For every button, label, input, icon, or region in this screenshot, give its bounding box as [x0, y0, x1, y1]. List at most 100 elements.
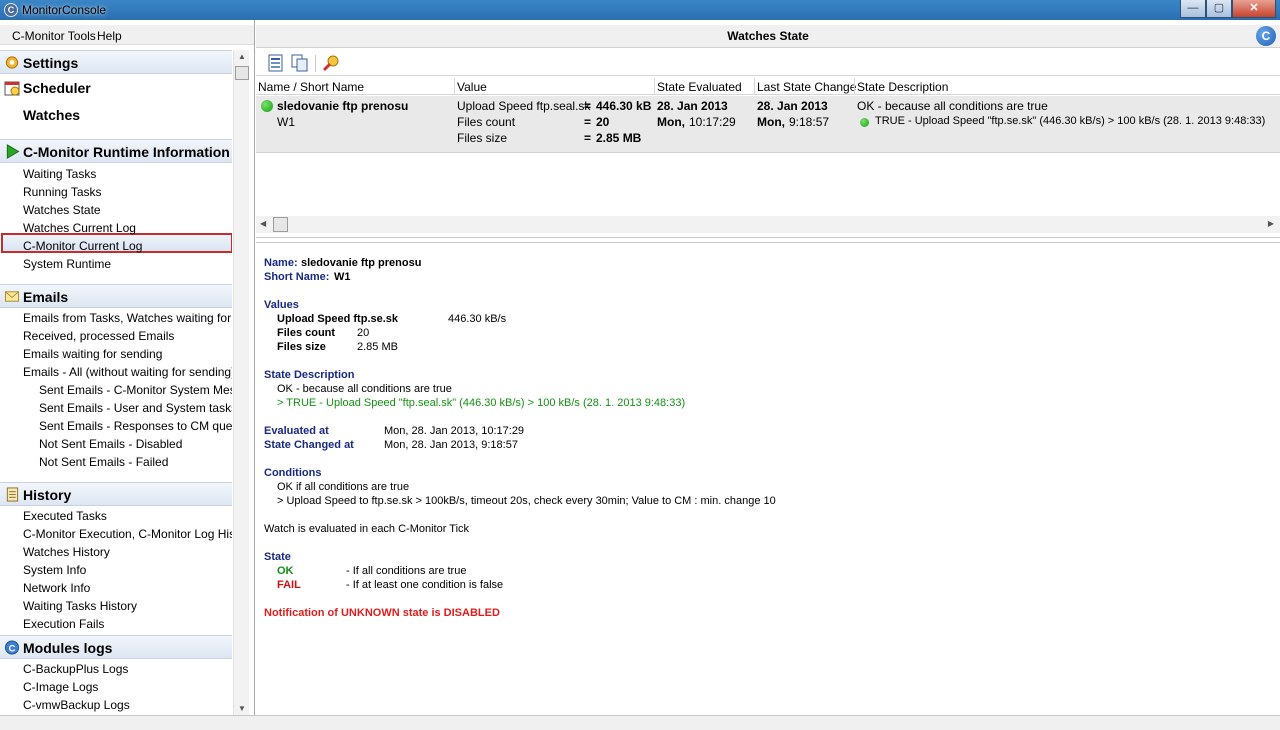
nav-c-monitor-current-log[interactable]: C-Monitor Current Log	[23, 239, 232, 253]
detail-notification-warning: Notification of UNKNOWN state is DISABLE…	[264, 607, 500, 619]
row-evaluated-time: 10:17:29	[689, 115, 736, 129]
row-evaluated-day: Mon,	[657, 115, 685, 129]
scroll-left-icon[interactable]: ◀	[260, 219, 266, 228]
row-evaluated-date: 28. Jan 2013	[657, 99, 728, 113]
nav-waiting-tasks-history[interactable]: Waiting Tasks History	[23, 599, 232, 613]
nav-watches-current-log[interactable]: Watches Current Log	[23, 221, 232, 235]
nav-watches[interactable]: Watches	[23, 107, 80, 123]
menu-help[interactable]: Help	[97, 29, 122, 43]
detail-state-ok-desc: - If all conditions are true	[346, 565, 467, 577]
nav-c-backupplus-logs[interactable]: C-BackupPlus Logs	[23, 662, 232, 676]
minimize-button[interactable]: —	[1180, 0, 1206, 18]
detail-state-fail-desc: - If at least one condition is false	[346, 579, 504, 591]
nav-group-settings[interactable]: Settings	[0, 50, 232, 74]
nav-execution-fails[interactable]: Execution Fails	[23, 617, 232, 631]
page-title: Watches State	[727, 29, 809, 43]
detail-state-description-heading: State Description	[264, 369, 355, 381]
toolbar	[256, 50, 1280, 76]
report-icon[interactable]	[266, 53, 286, 73]
navigation-tree: Settings Scheduler Watches C-Monitor Run…	[0, 50, 232, 715]
detail-value: 2.85 MB	[357, 341, 398, 353]
detail-state-heading: State	[264, 551, 291, 563]
copy-icon[interactable]	[290, 53, 310, 73]
detail-value-label: Files count	[277, 327, 336, 339]
row-value-label: Files count	[457, 115, 516, 129]
nav-sent-system-messages[interactable]: Sent Emails - C-Monitor System Messages	[39, 383, 232, 397]
status-bar	[0, 715, 1280, 730]
nav-execution-log-history[interactable]: C-Monitor Execution, C-Monitor Log Histo…	[23, 527, 232, 541]
column-state-description[interactable]: State Description	[857, 80, 948, 94]
nav-watches-history[interactable]: Watches History	[23, 545, 232, 559]
scheduler-icon	[4, 81, 20, 96]
column-value[interactable]: Value	[457, 80, 487, 94]
detail-short-name-value: W1	[334, 271, 351, 283]
scroll-right-icon[interactable]: ▶	[1268, 219, 1274, 228]
nav-c-image-logs[interactable]: C-Image Logs	[23, 680, 232, 694]
menu-bar: C-Monitor Tools Help	[0, 25, 254, 45]
detail-condition: OK if all conditions are true	[277, 481, 410, 493]
nav-emails-waiting[interactable]: Emails waiting for sending	[23, 347, 232, 361]
detail-state-fail: FAIL	[277, 579, 301, 591]
row-value-eq: =	[584, 115, 592, 129]
c-monitor-logo-icon[interactable]: C	[1256, 26, 1276, 46]
detail-value-label: Files size	[277, 341, 326, 353]
nav-emails-all[interactable]: Emails - All (without waiting for sendin…	[23, 365, 232, 379]
nav-watches-state[interactable]: Watches State	[23, 203, 232, 217]
nav-system-runtime[interactable]: System Runtime	[23, 257, 232, 271]
detail-evaluated-value: Mon, 28. Jan 2013, 10:17:29	[384, 425, 525, 437]
nav-waiting-tasks[interactable]: Waiting Tasks	[23, 167, 232, 181]
nav-running-tasks[interactable]: Running Tasks	[23, 185, 232, 199]
scroll-down-icon[interactable]: ▼	[234, 704, 250, 713]
scroll-up-icon[interactable]: ▲	[234, 52, 250, 61]
nav-system-info[interactable]: System Info	[23, 563, 232, 577]
grid-scroll-thumb[interactable]	[273, 217, 288, 232]
nav-not-sent-failed[interactable]: Not Sent Emails - Failed	[39, 455, 232, 469]
row-condition-detail: TRUE - Upload Speed "ftp.se.sk" (446.30 …	[875, 115, 1266, 127]
scroll-icon	[6, 487, 19, 502]
nav-c-vmwbackup-logs[interactable]: C-vmwBackup Logs	[23, 698, 232, 712]
sidebar-scrollbar[interactable]: ▲ ▼	[233, 50, 249, 715]
main-pane: Watches State C Name / Short Name Value …	[256, 20, 1280, 715]
gear-icon	[5, 56, 19, 69]
table-row[interactable]: sledovanie ftp prenosu W1 Upload Speed f…	[256, 96, 1280, 153]
status-ok-icon	[261, 99, 273, 113]
detail-values-heading: Values	[264, 299, 299, 311]
nav-not-sent-disabled[interactable]: Not Sent Emails - Disabled	[39, 437, 232, 451]
grid-horizontal-scrollbar[interactable]: ◀ ▶	[256, 216, 1280, 233]
play-icon	[6, 144, 20, 159]
menu-c-monitor-tools[interactable]: C-Monitor Tools	[12, 29, 96, 43]
detail-changed-label: State Changed at	[264, 439, 354, 451]
nav-group-modules-logs[interactable]: C Modules logs	[0, 635, 232, 659]
condition-true-icon	[860, 115, 869, 129]
c-monitor-icon: C	[4, 640, 20, 655]
pane-header: Watches State C	[256, 25, 1280, 48]
detail-panel: Name: sledovanie ftp prenosu Short Name:…	[256, 242, 1280, 712]
nav-group-emails[interactable]: Emails	[0, 284, 232, 308]
window-title: MonitorConsole	[22, 3, 107, 17]
row-name: sledovanie ftp prenosu	[277, 99, 409, 113]
detail-changed-value: Mon, 28. Jan 2013, 9:18:57	[384, 439, 518, 451]
close-button[interactable]: ✕	[1232, 0, 1276, 18]
maximize-button[interactable]: ▢	[1206, 0, 1232, 18]
row-value-label: Files size	[457, 131, 508, 145]
detail-state-condition: > TRUE - Upload Speed "ftp.seal.sk" (446…	[277, 397, 686, 409]
nav-received-emails[interactable]: Received, processed Emails	[23, 329, 232, 343]
sidebar-scroll-thumb[interactable]	[235, 66, 249, 80]
column-state-evaluated[interactable]: State Evaluated	[657, 80, 742, 94]
nav-sent-task-results[interactable]: Sent Emails - User and System tasks Resu…	[39, 401, 232, 415]
detail-value-label: Upload Speed ftp.se.sk	[277, 313, 399, 325]
tools-icon[interactable]	[321, 53, 341, 73]
svg-text:C: C	[9, 643, 16, 653]
nav-executed-tasks[interactable]: Executed Tasks	[23, 509, 232, 523]
nav-network-info[interactable]: Network Info	[23, 581, 232, 595]
nav-scheduler[interactable]: Scheduler	[23, 80, 91, 96]
nav-emails-from-tasks[interactable]: Emails from Tasks, Watches waiting for s…	[23, 311, 232, 325]
column-last-state-change[interactable]: Last State Change	[757, 80, 856, 94]
column-name[interactable]: Name / Short Name	[258, 80, 364, 94]
detail-value: 446.30 kB/s	[448, 313, 507, 325]
detail-value: 20	[357, 327, 370, 339]
nav-group-history[interactable]: History	[0, 482, 232, 506]
nav-group-runtime[interactable]: C-Monitor Runtime Information	[0, 139, 232, 163]
app-icon: C	[4, 3, 18, 17]
nav-sent-cm-responses[interactable]: Sent Emails - Responses to CM queries	[39, 419, 232, 433]
